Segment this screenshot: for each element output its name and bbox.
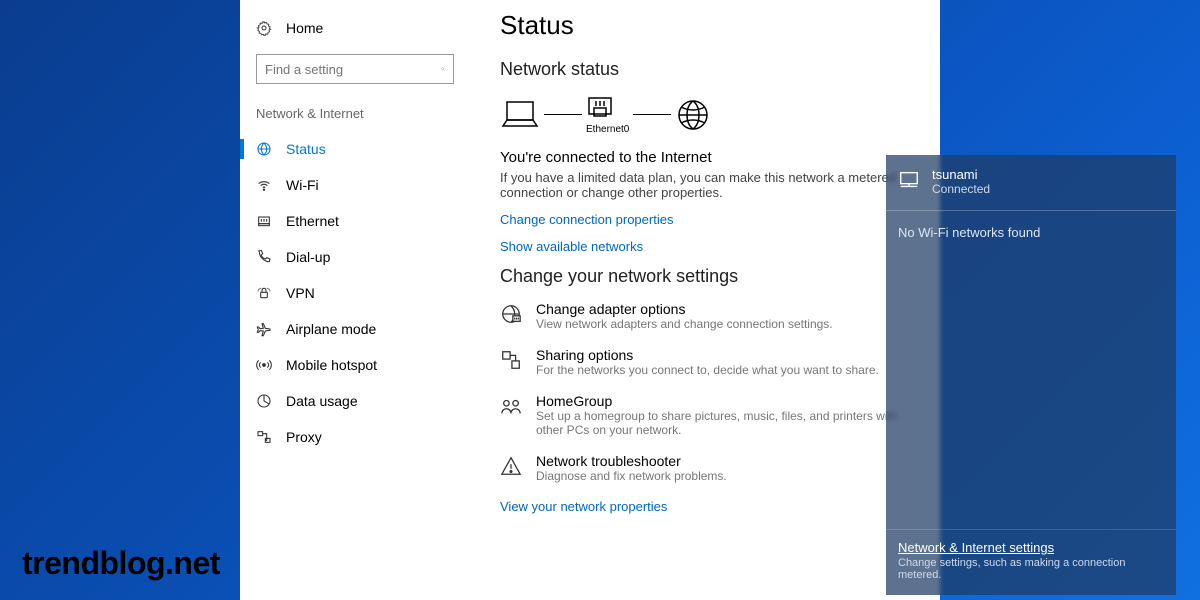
hotspot-icon xyxy=(256,357,272,373)
data-usage-icon xyxy=(256,393,272,409)
network-flyout: tsunami Connected No Wi-Fi networks foun… xyxy=(886,155,1176,595)
section-network-status: Network status xyxy=(500,59,920,80)
vpn-icon xyxy=(256,285,272,301)
section-change-network-settings: Change your network settings xyxy=(500,266,920,287)
option-homegroup[interactable]: HomeGroup Set up a homegroup to share pi… xyxy=(500,393,920,437)
ethernet-icon xyxy=(256,213,272,229)
sidebar-item-label: Mobile hotspot xyxy=(286,357,377,373)
sidebar-item-airplane[interactable]: Airplane mode xyxy=(240,311,470,347)
globe-icon xyxy=(675,97,711,133)
sidebar-item-hotspot[interactable]: Mobile hotspot xyxy=(240,347,470,383)
option-desc: For the networks you connect to, decide … xyxy=(536,363,879,377)
status-icon xyxy=(256,141,272,157)
search-input-wrapper[interactable] xyxy=(256,54,454,84)
gear-icon xyxy=(256,20,272,36)
sidebar-item-dialup[interactable]: Dial-up xyxy=(240,239,470,275)
sidebar-item-label: Dial-up xyxy=(286,249,330,265)
sidebar-item-label: Data usage xyxy=(286,393,358,409)
airplane-icon xyxy=(256,321,272,337)
flyout-no-wifi: No Wi-Fi networks found xyxy=(886,211,1176,529)
phone-icon xyxy=(256,249,272,265)
connected-heading: You're connected to the Internet xyxy=(500,149,920,166)
search-icon xyxy=(441,62,445,76)
settings-window: Home Network & Internet Status Wi-Fi Eth… xyxy=(240,0,940,600)
option-change-adapter[interactable]: Change adapter options View network adap… xyxy=(500,301,920,331)
proxy-icon xyxy=(256,429,272,445)
link-change-connection-properties[interactable]: Change connection properties xyxy=(500,212,920,227)
option-desc: View network adapters and change connect… xyxy=(536,317,833,331)
wifi-icon xyxy=(256,177,272,193)
search-input[interactable] xyxy=(265,62,441,77)
option-title: Network troubleshooter xyxy=(536,453,727,469)
sidebar-item-label: VPN xyxy=(286,285,315,301)
laptop-icon xyxy=(500,98,540,132)
option-desc: Diagnose and fix network problems. xyxy=(536,469,727,483)
watermark: trendblog.net xyxy=(22,545,220,582)
monitor-icon xyxy=(898,169,920,191)
sidebar-item-label: Proxy xyxy=(286,429,322,445)
sidebar-item-ethernet[interactable]: Ethernet xyxy=(240,203,470,239)
sidebar-item-vpn[interactable]: VPN xyxy=(240,275,470,311)
diagram-line xyxy=(544,114,582,115)
option-title: HomeGroup xyxy=(536,393,920,409)
flyout-footer-desc: Change settings, such as making a connec… xyxy=(898,557,1164,581)
settings-sidebar: Home Network & Internet Status Wi-Fi Eth… xyxy=(240,0,470,600)
sidebar-item-label: Airplane mode xyxy=(286,321,376,337)
sharing-icon xyxy=(500,349,522,371)
option-title: Sharing options xyxy=(536,347,879,363)
network-diagram: Ethernet0 xyxy=(500,94,920,135)
sidebar-item-wifi[interactable]: Wi-Fi xyxy=(240,167,470,203)
diagram-adapter-label: Ethernet0 xyxy=(586,124,629,135)
sidebar-item-label: Ethernet xyxy=(286,213,339,229)
diagram-line xyxy=(633,114,671,115)
flyout-settings-link[interactable]: Network & Internet settings Change setti… xyxy=(886,529,1176,595)
homegroup-icon xyxy=(500,395,522,417)
sidebar-item-label: Status xyxy=(286,141,326,157)
sidebar-item-label: Wi-Fi xyxy=(286,177,319,193)
sidebar-item-proxy[interactable]: Proxy xyxy=(240,419,470,455)
troubleshoot-icon xyxy=(500,455,522,477)
flyout-footer-title: Network & Internet settings xyxy=(898,540,1164,555)
flyout-network-item[interactable]: tsunami Connected xyxy=(886,155,1176,211)
sidebar-item-status[interactable]: Status xyxy=(240,131,470,167)
flyout-network-name: tsunami xyxy=(932,167,990,182)
option-title: Change adapter options xyxy=(536,301,833,317)
sidebar-group-header: Network & Internet xyxy=(240,100,470,131)
ethernet-adapter-icon xyxy=(586,94,614,122)
flyout-network-status: Connected xyxy=(932,182,990,196)
home-button[interactable]: Home xyxy=(240,12,470,44)
option-troubleshooter[interactable]: Network troubleshooter Diagnose and fix … xyxy=(500,453,920,483)
adapter-options-icon xyxy=(500,303,522,325)
page-title: Status xyxy=(500,10,920,41)
home-label: Home xyxy=(286,20,323,36)
sidebar-item-data-usage[interactable]: Data usage xyxy=(240,383,470,419)
diagram-adapter: Ethernet0 xyxy=(586,94,629,135)
settings-content: Status Network status Ethernet0 You're c… xyxy=(470,0,940,600)
option-sharing[interactable]: Sharing options For the networks you con… xyxy=(500,347,920,377)
connected-body: If you have a limited data plan, you can… xyxy=(500,170,920,200)
link-view-network-properties[interactable]: View your network properties xyxy=(500,499,920,514)
option-desc: Set up a homegroup to share pictures, mu… xyxy=(536,409,920,437)
link-show-available-networks[interactable]: Show available networks xyxy=(500,239,920,254)
